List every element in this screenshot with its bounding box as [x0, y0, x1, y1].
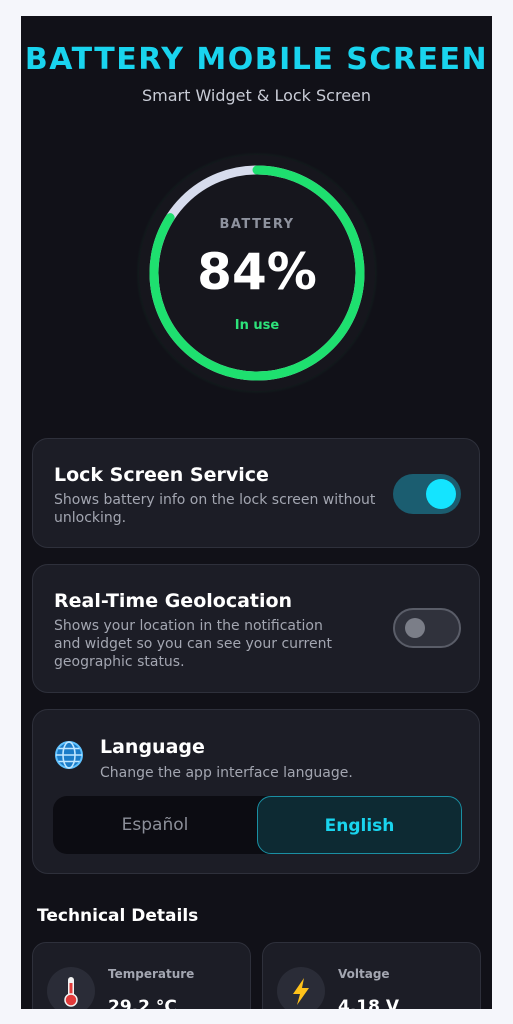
- geolocation-description-line: Shows your location in the notification: [54, 618, 323, 634]
- language-selector: Español English: [53, 796, 462, 854]
- lightning-icon: [277, 967, 325, 1009]
- voltage-value: 4.18 V: [338, 997, 400, 1009]
- app-screen: BATTERY MOBILE SCREEN Smart Widget & Loc…: [21, 16, 492, 1009]
- temperature-value: 29.2 °C: [108, 997, 177, 1009]
- lock-screen-toggle[interactable]: [393, 474, 461, 514]
- language-title: Language: [100, 736, 205, 758]
- geolocation-description-line: geographic status.: [54, 654, 185, 670]
- app-subtitle: Smart Widget & Lock Screen: [141, 86, 372, 105]
- battery-status: In use: [234, 318, 280, 333]
- lock-screen-description-line: Shows battery info on the lock screen wi…: [54, 492, 376, 508]
- app-title: BATTERY MOBILE SCREEN: [24, 42, 489, 77]
- lock-screen-description: Shows battery info on the lock screen wi…: [54, 491, 375, 527]
- voltage-tile: Voltage 4.18 V: [262, 942, 481, 1009]
- lock-screen-description-line: unlocking.: [54, 510, 127, 526]
- globe-icon: [55, 741, 83, 769]
- thermometer-icon: [47, 967, 95, 1009]
- temperature-label: Temperature: [108, 967, 195, 981]
- geolocation-card: Real-Time Geolocation Shows your locatio…: [32, 564, 480, 693]
- geolocation-toggle[interactable]: [393, 608, 461, 648]
- language-description: Change the app interface language.: [100, 765, 353, 781]
- geolocation-description-line: and widget so you can see your current: [54, 636, 332, 652]
- technical-details-title: Technical Details: [37, 906, 199, 926]
- battery-percent: 84%: [197, 243, 317, 301]
- voltage-label: Voltage: [338, 967, 390, 981]
- toggle-knob: [405, 618, 425, 638]
- language-card: Language Change the app interface langua…: [32, 709, 480, 874]
- language-option-espanol[interactable]: Español: [53, 796, 257, 854]
- geolocation-title: Real-Time Geolocation: [54, 590, 293, 612]
- language-option-english[interactable]: English: [257, 796, 462, 854]
- lock-screen-title: Lock Screen Service: [54, 464, 269, 486]
- lock-screen-card: Lock Screen Service Shows battery info o…: [32, 438, 480, 548]
- temperature-tile: Temperature 29.2 °C: [32, 942, 251, 1009]
- toggle-knob: [426, 479, 456, 509]
- battery-gauge: BATTERY 84% In use: [135, 151, 379, 395]
- geolocation-description: Shows your location in the notification …: [54, 617, 332, 671]
- battery-label: BATTERY: [219, 217, 295, 232]
